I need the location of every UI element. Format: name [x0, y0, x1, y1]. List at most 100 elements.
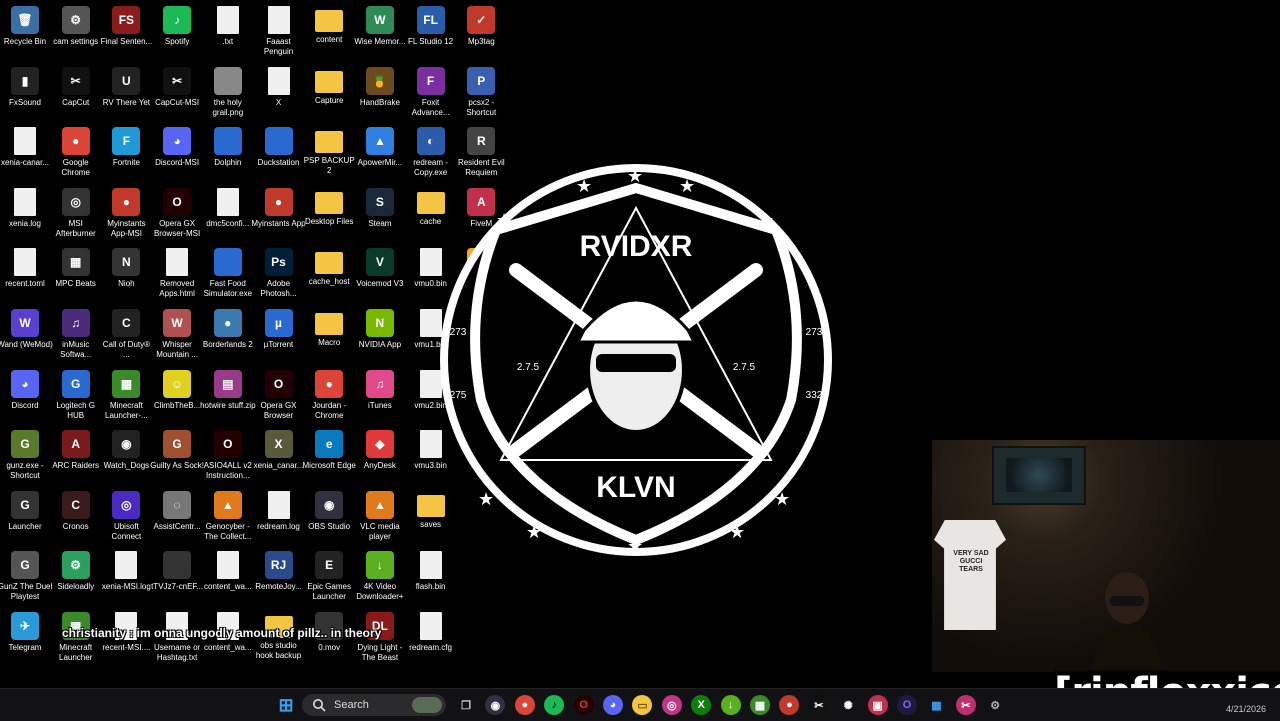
desktop-icon[interactable]: e Microsoft Edge — [303, 424, 356, 484]
grid-icon[interactable]: ▦ — [926, 695, 947, 715]
desktop-icon[interactable]: redream.log — [254, 485, 304, 545]
desktop-icon[interactable]: E Epic Games Launcher — [304, 545, 354, 605]
desktop-icon[interactable]: ● Jourdan - Chrome — [304, 364, 354, 424]
desktop-icon[interactable]: Faaast Penguin — [254, 0, 304, 60]
desktop-icon[interactable]: G Guilty As Sock! — [150, 424, 204, 484]
desktop-icon[interactable]: 🍍 HandBrake — [355, 61, 405, 121]
desktop-icon[interactable]: ✈ Telegram — [0, 606, 50, 666]
desktop-icon[interactable]: ⚙ Sideloadly — [51, 545, 101, 605]
desktop-icon[interactable]: S Steam — [355, 182, 405, 242]
start-icon[interactable]: ⊞ — [276, 695, 296, 715]
desktop-icon[interactable]: ♫ iTunes — [355, 364, 405, 424]
xbox-icon[interactable]: X — [691, 695, 712, 715]
desktop-icon[interactable]: Duckstation — [254, 121, 304, 181]
discord-icon[interactable]: ◕ — [603, 695, 623, 715]
desktop-icon[interactable]: Removed Apps.html — [152, 242, 202, 302]
task-view-icon[interactable]: ❐ — [456, 695, 476, 715]
chatgpt-icon[interactable]: ✺ — [838, 695, 859, 715]
desktop-icon[interactable]: Xxenia_canar... — [254, 424, 304, 484]
taskbar-search-box[interactable]: Search — [302, 694, 446, 716]
desktop-icon[interactable]: xenia-canar... — [0, 121, 50, 181]
desktop-icon[interactable]: Ggunz.exe - Shortcut — [0, 424, 50, 484]
image-icon[interactable]: ▣ — [867, 695, 888, 715]
opera-icon[interactable]: O — [897, 695, 917, 715]
desktop-icon[interactable]: ▦ MPC Beats — [51, 242, 101, 302]
desktop-icon[interactable]: C Call of Duty® ... — [101, 303, 151, 363]
desktop-icon[interactable]: ♫ inMusic Softwa... — [51, 303, 101, 363]
desktop-icon[interactable]: content_wa... — [203, 545, 253, 605]
desktop-icon[interactable]: C Cronos — [51, 485, 101, 545]
desktop-icon[interactable]: Macro — [304, 303, 354, 363]
desktop-icon[interactable]: U RV There Yet — [101, 61, 151, 121]
file-explorer-icon[interactable]: ▭ — [632, 695, 653, 715]
desktop-icon[interactable]: N Nioh — [101, 242, 151, 302]
desktop-icon[interactable]: V Voicemod V3 — [355, 242, 405, 302]
desktop-icon[interactable]: ⚙ cam settings — [51, 0, 101, 60]
4k-downloader-icon[interactable]: ↓ — [720, 695, 741, 715]
desktop-icon[interactable]: ▦ Minecraft Launcher-... — [101, 364, 151, 424]
desktop-icon[interactable]: cache_host — [304, 242, 354, 302]
desktop-icon[interactable]: ● Borderlands 2 — [203, 303, 253, 363]
desktop-icon[interactable]: xenia.log — [0, 182, 50, 242]
desktop-icon[interactable]: Capture — [304, 61, 354, 121]
desktop-icon[interactable]: ▲ ApowerMir... — [355, 121, 405, 181]
game-icon[interactable]: ▦ — [750, 695, 770, 715]
desktop-icon[interactable]: µ µTorrent — [254, 303, 304, 363]
desktop-icon[interactable]: G Logitech G HUB — [51, 364, 101, 424]
desktop-icon[interactable]: ◎ Ubisoft Connect — [101, 485, 151, 545]
desktop-icon[interactable]: ◉ Watch_Dogs — [101, 424, 151, 484]
desktop-icon[interactable]: ✂ CapCut-MSI — [152, 61, 202, 121]
desktop-icon[interactable]: G GunZ The Duel Playtest — [0, 545, 52, 605]
desktop-icon[interactable]: Fast Food Simulator.exe — [203, 242, 253, 302]
desktop-icon[interactable]: ◌ AssistCentr... — [152, 485, 202, 545]
desktop-icon[interactable]: ♪ Spotify — [152, 0, 202, 60]
desktop-icon[interactable]: recent.toml — [0, 242, 50, 302]
desktop-icon[interactable]: W Wand (WeMod) — [0, 303, 53, 363]
desktop-icon[interactable]: Dolphin — [203, 121, 253, 181]
desktop-icon[interactable]: ↓ 4K Video Downloader+ — [355, 545, 405, 605]
desktop-icon[interactable]: FS Final Senten... — [101, 0, 152, 60]
desktop-icon[interactable]: F Fortnite — [101, 121, 151, 181]
desktop-icon[interactable]: W Wise Memor... — [354, 0, 405, 60]
desktop-icon[interactable]: .txt — [203, 0, 253, 60]
desktop-icon[interactable]: O Opera GX Browser — [254, 364, 304, 424]
desktop-icon[interactable]: O Opera GX Browser-MSI — [152, 182, 202, 242]
desktop-icon[interactable]: ✓ Mp3tag — [456, 0, 506, 60]
desktop-icon[interactable]: the holy grail.png — [203, 61, 253, 121]
snip-icon[interactable]: ✂ — [955, 695, 976, 715]
desktop-icon[interactable]: ◎ MSI Afterburner — [51, 182, 101, 242]
desktop-icon[interactable]: 🗑 Recycle Bin — [0, 0, 50, 60]
spotify-icon[interactable]: ♪ — [544, 695, 565, 715]
settings-icon[interactable]: ⚙ — [985, 695, 1006, 715]
desktop-icon[interactable]: Ppcsx2 - Shortcut — [456, 61, 506, 121]
desktop-icon[interactable]: ◆ AnyDesk — [355, 424, 405, 484]
desktop-icon[interactable]: RJ RemoteJoy... — [254, 545, 304, 605]
desktop-icon[interactable]: content — [304, 0, 354, 60]
desktop-icon[interactable]: dmc5confi... — [203, 182, 253, 242]
desktop-icon[interactable]: X — [254, 61, 304, 121]
desktop-icon[interactable]: ◕ Discord — [0, 364, 50, 424]
instagram-icon[interactable]: ◎ — [661, 695, 682, 715]
desktop-icon[interactable]: O ASIO4ALL v2 Instruction... — [203, 424, 253, 484]
desktop-icon[interactable]: ● Myinstants App — [251, 182, 306, 242]
desktop-icon[interactable]: F Foxit Advance... — [406, 61, 456, 121]
desktop-icon[interactable]: ✂ CapCut — [51, 61, 101, 121]
desktop-icon[interactable]: ◉ OBS Studio — [304, 485, 354, 545]
desktop-icon[interactable]: redream.cfg — [406, 606, 456, 666]
desktop-icon[interactable]: ◕ Discord-MSI — [152, 121, 202, 181]
desktop-icon[interactable]: Ps Adobe Photosh... — [254, 242, 304, 302]
desktop-icon[interactable]: Desktop Files — [304, 182, 354, 242]
desktop-icon[interactable]: ▲ VLC media player — [355, 485, 405, 545]
desktop-icon[interactable]: ▮ FxSound — [0, 61, 50, 121]
desktop-icon[interactable]: xenia-MSI.log — [101, 545, 151, 605]
chrome-icon[interactable]: ● — [514, 695, 535, 715]
myinstants-icon[interactable]: ● — [779, 695, 800, 715]
desktop-icon[interactable]: tTVJz7-cnEF... — [151, 545, 203, 605]
desktop-icon[interactable]: ☺ ClimbTheB... — [152, 364, 202, 424]
desktop-icon[interactable]: ▲ Genocyber - The Collect... — [203, 485, 253, 545]
desktop-icon[interactable]: ● Google Chrome — [51, 121, 101, 181]
desktop-icon[interactable]: W Whisper Mountain ... — [152, 303, 202, 363]
opera-gx-icon[interactable]: O — [573, 695, 594, 715]
desktop-icon[interactable]: G Launcher — [0, 485, 50, 545]
desktop-icon[interactable]: ▤ hotwire stuff.zip — [200, 364, 256, 424]
